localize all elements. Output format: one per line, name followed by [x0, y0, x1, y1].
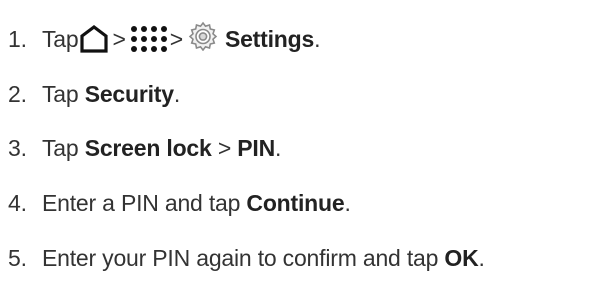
step-number: 4.: [8, 189, 27, 216]
step-end: .: [275, 134, 282, 161]
step-bold-term: Continue: [246, 189, 345, 216]
step-number: 1.: [8, 25, 27, 52]
step-text: Enter your PIN again to confirm and tap: [42, 244, 445, 271]
step-separator: >: [169, 25, 183, 52]
step-end: .: [314, 25, 321, 52]
step-end: .: [344, 189, 351, 216]
step-bold-term: Security: [84, 80, 174, 107]
step-text: Tap: [42, 80, 85, 107]
step-4: 4. Enter a PIN and tap Continue .: [8, 185, 351, 221]
step-bold-term: Settings: [224, 25, 315, 52]
step-end: .: [173, 80, 181, 107]
step-3: 3. Tap Screen lock > PIN .: [8, 130, 281, 166]
step-bold-term: Screen lock: [84, 134, 212, 161]
step-text-separator: >: [211, 134, 238, 161]
step-number: 3.: [8, 134, 27, 161]
step-end: .: [478, 244, 485, 271]
step-text: Tap: [42, 134, 85, 161]
step-text: Tap: [42, 25, 79, 52]
step-bold-term-2: PIN: [237, 134, 275, 161]
step-5: 5. Enter your PIN again to confirm and t…: [8, 240, 485, 276]
step-text: Enter a PIN and tap: [42, 189, 247, 216]
apps-grid-icon: [130, 26, 167, 52]
home-icon: [80, 25, 109, 53]
step-separator: >: [112, 25, 126, 52]
step-bold-term: OK: [444, 244, 479, 271]
step-number: 5.: [8, 244, 27, 271]
settings-gear-icon: [188, 21, 218, 51]
step-2: 2. Tap Security .: [8, 76, 180, 112]
step-number: 2.: [8, 80, 27, 107]
step-1: 1. Tap > > Settings .: [8, 21, 321, 57]
